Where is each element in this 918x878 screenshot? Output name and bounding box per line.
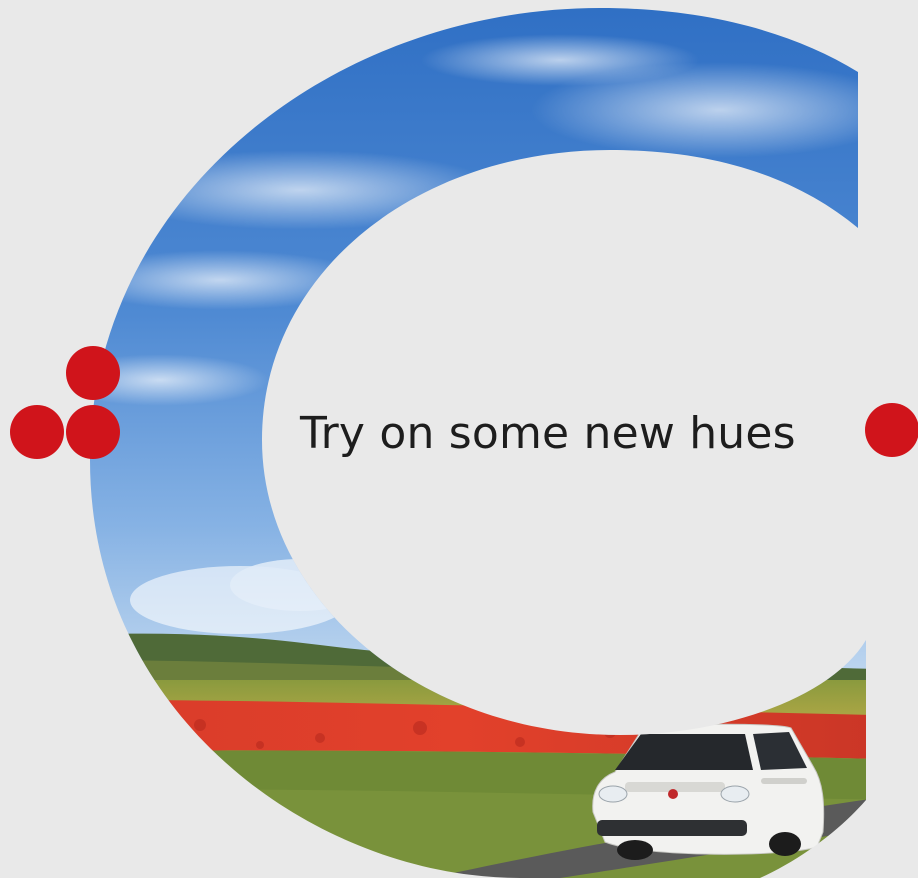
red-dot-right (865, 403, 918, 457)
red-dot-left (10, 405, 64, 459)
red-dot-top (66, 346, 120, 400)
headline: Try on some new hues (300, 408, 796, 459)
red-dot-middle (66, 405, 120, 459)
